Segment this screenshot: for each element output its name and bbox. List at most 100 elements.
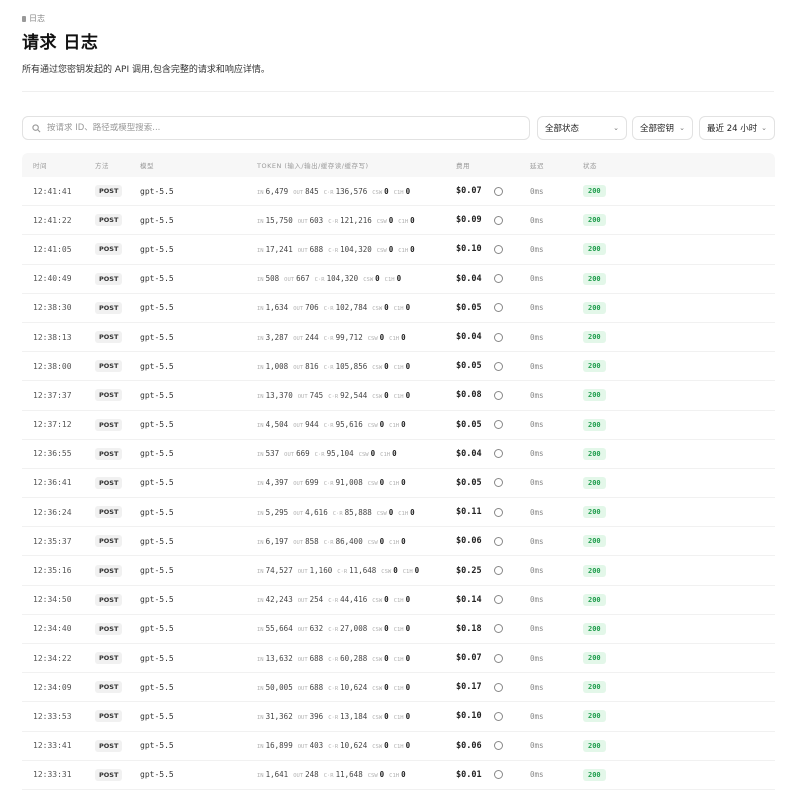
token-cache-read: 60,288	[340, 653, 368, 663]
col-status[interactable]: 状态	[583, 160, 597, 170]
table-row[interactable]: 12:41:05 POST gpt-5.5 IN 17,241 OUT 688 C·R 104,…	[22, 235, 775, 265]
row-time: 12:33:53	[33, 711, 72, 721]
token-cache-read-label: C·R	[328, 714, 339, 721]
table-row[interactable]: 12:36:24 POST gpt-5.5 IN 5,295 OUT 4,616 C·R 85,…	[22, 498, 775, 528]
token-out-label: OUT	[293, 423, 304, 430]
token-cache-read: 95,104	[326, 449, 354, 459]
cost-info-icon[interactable]	[494, 507, 503, 517]
table-row[interactable]: 12:38:13 POST gpt-5.5 IN 3,287 OUT 244 C·R 99,71…	[22, 323, 775, 353]
table-row[interactable]: 12:34:22 POST gpt-5.5 IN 13,632 OUT 688 C·R 60,2…	[22, 644, 775, 674]
table-row[interactable]: 12:41:41 POST gpt-5.5 IN 6,479 OUT 845 C·R 136,5…	[22, 177, 775, 207]
cost-info-icon[interactable]	[494, 770, 503, 780]
col-method[interactable]: 方法	[95, 160, 109, 170]
cost-info-icon[interactable]	[494, 566, 503, 576]
token-c1h: 0	[405, 711, 411, 721]
time-range-filter[interactable]: 最近 24 小时 ⌄	[699, 116, 775, 140]
key-filter[interactable]: 全部密钥 ⌄	[632, 116, 693, 140]
table-row[interactable]: 12:38:00 POST gpt-5.5 IN 1,008 OUT 816 C·R 105,8…	[22, 352, 775, 382]
cost-info-icon[interactable]	[494, 215, 503, 225]
token-cache-read-label: C·R	[323, 539, 334, 546]
col-cost[interactable]: 费用	[456, 160, 470, 170]
token-in-label: IN	[257, 452, 264, 459]
token-cache-read-label: C·R	[323, 423, 334, 430]
row-model: gpt-5.5	[140, 303, 174, 313]
cost-info-icon[interactable]	[494, 653, 503, 663]
table-row[interactable]: 12:36:41 POST gpt-5.5 IN 4,397 OUT 699 C·R 91,00…	[22, 469, 775, 499]
status-badge: 200	[583, 768, 606, 781]
token-in: 6,197	[265, 536, 289, 546]
table-row[interactable]: 12:34:40 POST gpt-5.5 IN 55,664 OUT 632 C·R 27,0…	[22, 615, 775, 644]
token-cache-read: 105,856	[335, 361, 368, 371]
search-box[interactable]	[22, 116, 530, 140]
cost-info-icon[interactable]	[494, 682, 503, 692]
col-latency[interactable]: 延迟	[530, 160, 544, 170]
row-cost: $0.05	[456, 302, 482, 313]
row-time: 12:38:13	[33, 332, 72, 342]
table-row[interactable]: 12:37:12 POST gpt-5.5 IN 4,504 OUT 944 C·R 95,61…	[22, 411, 775, 440]
table-row[interactable]: 12:41:22 POST gpt-5.5 IN 15,750 OUT 603 C·R 121,…	[22, 206, 775, 236]
cost-info-icon[interactable]	[494, 741, 503, 751]
row-method: POST	[95, 652, 123, 665]
token-c1h-label: C1H	[389, 335, 400, 342]
row-cost: $0.01	[456, 769, 482, 780]
table-row[interactable]: 12:33:41 POST gpt-5.5 IN 16,899 OUT 403 C·R 10,6…	[22, 732, 775, 761]
table-row[interactable]: 12:33:53 POST gpt-5.5 IN 31,362 OUT 396 C·R 13,1…	[22, 702, 775, 732]
status-filter[interactable]: 全部状态 ⌄	[537, 116, 627, 140]
table-row[interactable]: 12:37:37 POST gpt-5.5 IN 13,370 OUT 745 C·R 92,5…	[22, 381, 775, 411]
col-time[interactable]: 时间	[33, 160, 47, 170]
cost-info-icon[interactable]	[494, 711, 503, 721]
token-out-label: OUT	[284, 452, 295, 459]
table-row[interactable]: 12:34:50 POST gpt-5.5 IN 42,243 OUT 254 C·R 44,4…	[22, 586, 775, 615]
log-icon	[22, 15, 26, 22]
token-csw: 0	[384, 653, 389, 663]
cost-info-icon[interactable]	[494, 361, 503, 371]
row-method: POST	[95, 243, 123, 256]
token-csw: 0	[384, 711, 389, 721]
cost-info-icon[interactable]	[494, 624, 503, 634]
token-cache-read-label: C·R	[323, 189, 334, 196]
table-row[interactable]: 12:35:16 POST gpt-5.5 IN 74,527 OUT 1,160 C·R 11…	[22, 556, 775, 586]
table-row[interactable]: 12:36:55 POST gpt-5.5 IN 537 OUT 669 C·R 95,104 C…	[22, 440, 775, 469]
status-badge: 200	[583, 301, 606, 314]
token-in-label: IN	[257, 744, 264, 751]
table-row[interactable]: 12:40:49 POST gpt-5.5 IN 508 OUT 667 C·R 104,320…	[22, 265, 775, 294]
token-out: 632	[309, 624, 324, 634]
cost-info-icon[interactable]	[494, 274, 503, 284]
row-method: POST	[95, 739, 123, 752]
col-model[interactable]: 模型	[140, 160, 154, 170]
table-row[interactable]: 12:35:37 POST gpt-5.5 IN 6,197 OUT 858 C·R 86,40…	[22, 527, 775, 557]
cost-info-icon[interactable]	[494, 332, 503, 342]
table-body: 12:41:41 POST gpt-5.5 IN 6,479 OUT 845 C·R 136,5…	[22, 177, 775, 790]
token-cache-read: 11,648	[335, 770, 363, 780]
token-cache-read: 92,544	[340, 390, 368, 400]
token-csw-label: CSW	[367, 773, 378, 780]
table-row[interactable]: 12:38:30 POST gpt-5.5 IN 1,634 OUT 706 C·R 102,7…	[22, 294, 775, 323]
row-method: POST	[95, 506, 123, 519]
cost-info-icon[interactable]	[494, 390, 503, 400]
cost-info-icon[interactable]	[494, 303, 503, 313]
token-out-label: OUT	[297, 744, 308, 751]
row-method: POST	[95, 418, 123, 431]
cost-info-icon[interactable]	[494, 478, 503, 488]
token-in: 42,243	[265, 595, 293, 605]
status-badge: 200	[583, 272, 606, 285]
row-latency: 0ms	[530, 420, 544, 430]
row-latency: 0ms	[530, 274, 544, 284]
cost-info-icon[interactable]	[494, 595, 503, 605]
cost-info-icon[interactable]	[494, 536, 503, 546]
token-c1h-label: C1H	[393, 744, 404, 751]
token-cache-read-label: C·R	[323, 306, 334, 313]
row-method: POST	[95, 622, 123, 635]
table-row[interactable]: 12:34:09 POST gpt-5.5 IN 50,005 OUT 688 C·R 10,6…	[22, 673, 775, 703]
token-cache-read-label: C·R	[328, 247, 339, 254]
cost-info-icon[interactable]	[494, 244, 503, 254]
row-time: 12:33:41	[33, 741, 72, 751]
token-csw-label: CSW	[372, 627, 383, 634]
table-row[interactable]: 12:33:31 POST gpt-5.5 IN 1,641 OUT 248 C·R 11,64…	[22, 761, 775, 790]
row-latency: 0ms	[530, 449, 544, 459]
col-tokens[interactable]: TOKEN (输入/输出/缓存读/缓存写)	[257, 160, 369, 170]
cost-info-icon[interactable]	[494, 186, 503, 196]
cost-info-icon[interactable]	[494, 449, 503, 459]
cost-info-icon[interactable]	[494, 420, 503, 430]
search-input[interactable]	[47, 123, 507, 133]
